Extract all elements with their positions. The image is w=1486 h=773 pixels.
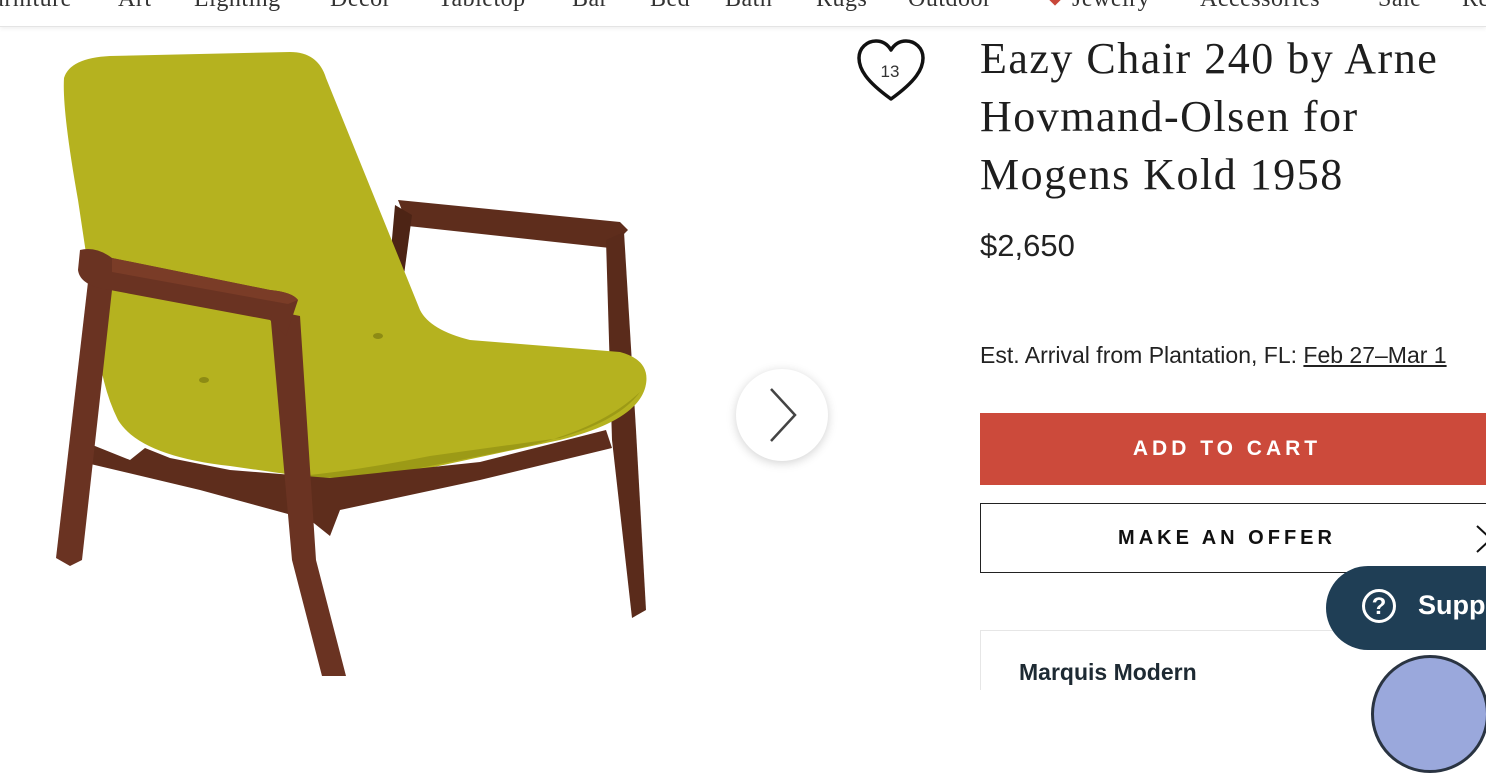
favorite-button[interactable]: 13 bbox=[856, 39, 926, 105]
nav-item-bar[interactable]: Bar bbox=[572, 0, 608, 13]
nav-item-decor[interactable]: Decor bbox=[330, 0, 391, 13]
arrival-label: Est. Arrival from Plantation, FL: bbox=[980, 342, 1298, 368]
product-title: Eazy Chair 240 by Arne Hovmand-Olsen for… bbox=[980, 34, 1439, 199]
support-chat-button[interactable]: ? Support bbox=[1326, 566, 1486, 650]
favorite-count: 13 bbox=[880, 62, 900, 81]
nav-item-rugs[interactable]: Rugs bbox=[816, 0, 867, 13]
nav-item-bed[interactable]: Bed bbox=[650, 0, 690, 13]
question-icon: ? bbox=[1362, 589, 1396, 623]
product-image bbox=[56, 52, 647, 676]
add-to-cart-button[interactable]: ADD TO CART bbox=[980, 413, 1486, 485]
next-image-button[interactable] bbox=[736, 369, 828, 461]
jewelry-diamond-icon bbox=[1049, 0, 1061, 6]
chevron-right-icon bbox=[770, 388, 797, 442]
chevron-right-icon bbox=[1476, 525, 1486, 553]
nav-item-art[interactable]: Art bbox=[118, 0, 152, 13]
make-offer-button[interactable]: MAKE AN OFFER bbox=[980, 503, 1486, 573]
nav-item-tabletop[interactable]: Tabletop bbox=[438, 0, 526, 13]
support-label: Support bbox=[1418, 590, 1486, 620]
product-price: $2,650 bbox=[980, 228, 1075, 263]
nav-item-jewelry[interactable]: Jewelry bbox=[1072, 0, 1150, 13]
dealer-avatar[interactable] bbox=[1371, 655, 1486, 773]
nav-item-more[interactable]: Re bbox=[1462, 0, 1486, 13]
product-gallery: 13 bbox=[0, 27, 960, 677]
make-offer-label: MAKE AN OFFER bbox=[1118, 526, 1336, 549]
nav-item-outdoor[interactable]: Outdoor bbox=[908, 0, 992, 13]
estimated-arrival: Est. Arrival from Plantation, FL: Feb 27… bbox=[980, 342, 1447, 369]
nav-item-furniture[interactable]: Furniture bbox=[0, 0, 72, 13]
dealer-name[interactable]: Marquis Modern bbox=[1019, 659, 1197, 686]
nav-item-bath[interactable]: Bath bbox=[725, 0, 772, 13]
nav-item-accessories[interactable]: Accessories bbox=[1200, 0, 1320, 13]
category-nav: Furniture Art Lighting Decor Tabletop Ba… bbox=[0, 0, 1486, 27]
nav-item-sale[interactable]: Sale bbox=[1378, 0, 1421, 13]
arrival-dates-link[interactable]: Feb 27–Mar 1 bbox=[1303, 342, 1446, 368]
nav-item-lighting[interactable]: Lighting bbox=[194, 0, 281, 13]
